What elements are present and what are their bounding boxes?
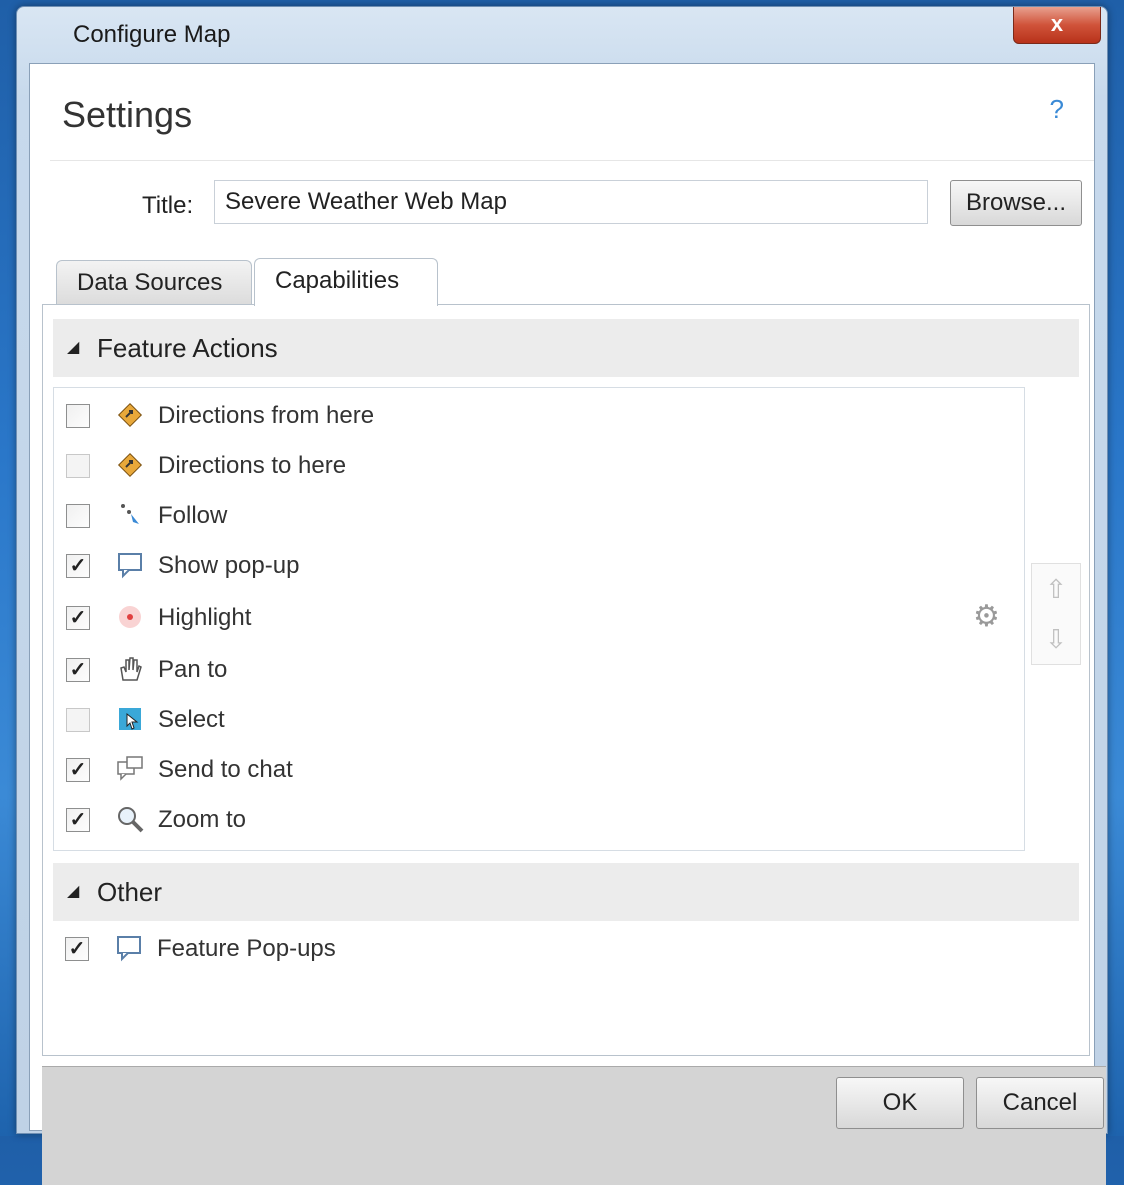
list-item[interactable]: Directions to here xyxy=(66,448,666,488)
checkbox[interactable]: ✓ xyxy=(66,658,90,682)
arrow-down-icon[interactable]: ⇩ xyxy=(1032,614,1080,664)
item-label: Show pop-up xyxy=(158,552,300,579)
gear-icon[interactable]: ⚙ xyxy=(973,599,1000,634)
page-title: Settings xyxy=(62,94,193,135)
ok-button[interactable]: OK xyxy=(836,1077,964,1129)
checkbox[interactable]: ✓ xyxy=(66,606,90,630)
list-item[interactable]: ✓ Feature Pop-ups xyxy=(65,931,665,971)
list-item[interactable]: ✓ Show pop-up xyxy=(66,548,666,588)
chat-icon xyxy=(114,754,146,786)
title-bar: Configure Map x xyxy=(17,7,1107,63)
dialog-content: Settings ? Title: Browse... Data Sources… xyxy=(29,63,1106,1185)
reorder-buttons: ⇧ ⇩ xyxy=(1031,563,1081,665)
list-item[interactable]: ✓ Pan to xyxy=(66,652,666,692)
checkbox[interactable]: ✓ xyxy=(66,758,90,782)
help-icon[interactable]: ? xyxy=(1050,94,1064,125)
tab-capabilities[interactable]: Capabilities xyxy=(254,258,438,306)
tab-data-sources[interactable]: Data Sources xyxy=(56,260,252,304)
item-label: Directions to here xyxy=(158,452,347,479)
collapse-triangle-icon[interactable]: ◢ xyxy=(67,863,79,921)
cancel-button[interactable]: Cancel xyxy=(976,1077,1104,1129)
feature-actions-title: Feature Actions xyxy=(97,333,278,363)
close-icon: x xyxy=(1050,11,1064,36)
feature-actions-list: Directions from here Directions to here … xyxy=(53,387,1025,851)
item-label: Select xyxy=(158,706,225,733)
configure-map-dialog: Configure Map x Settings ? Title: Browse… xyxy=(16,6,1108,1185)
popup-icon xyxy=(114,550,146,582)
dialog-footer: OK Cancel xyxy=(42,1066,1106,1185)
checkbox[interactable] xyxy=(66,708,90,732)
item-label: Follow xyxy=(158,502,228,529)
collapse-triangle-icon[interactable]: ◢ xyxy=(67,319,79,377)
title-label: Title: xyxy=(142,192,194,219)
list-item[interactable]: Follow xyxy=(66,498,666,538)
follow-icon xyxy=(114,500,146,532)
divider xyxy=(50,160,1094,161)
list-item[interactable]: Select xyxy=(66,702,666,742)
zoom-icon xyxy=(114,804,146,836)
item-label: Highlight xyxy=(158,604,252,631)
checkbox[interactable]: ✓ xyxy=(66,808,90,832)
other-title: Other xyxy=(97,877,163,907)
checkbox[interactable] xyxy=(66,504,90,528)
highlight-icon xyxy=(114,602,146,634)
title-input[interactable] xyxy=(214,180,928,224)
checkbox[interactable] xyxy=(66,404,90,428)
item-label: Directions from here xyxy=(158,402,375,429)
directions-icon xyxy=(114,400,146,432)
close-button[interactable]: x xyxy=(1013,7,1101,44)
item-label: Send to chat xyxy=(158,756,293,783)
hand-icon xyxy=(114,654,146,686)
window-title: Configure Map xyxy=(73,21,231,48)
select-icon xyxy=(114,704,146,736)
capabilities-panel: ◢ Feature Actions Directions from here D… xyxy=(42,304,1090,1056)
browse-button[interactable]: Browse... xyxy=(950,180,1082,226)
feature-actions-header[interactable]: ◢ Feature Actions xyxy=(53,319,1079,377)
checkbox[interactable]: ✓ xyxy=(66,554,90,578)
popup-icon xyxy=(113,933,145,965)
item-label: Zoom to xyxy=(158,806,247,833)
list-item[interactable]: ✓ Zoom to xyxy=(66,802,666,842)
other-header[interactable]: ◢ Other xyxy=(53,863,1079,921)
arrow-up-icon[interactable]: ⇧ xyxy=(1032,564,1080,614)
list-item[interactable]: ✓ Highlight xyxy=(66,600,666,640)
checkbox[interactable]: ✓ xyxy=(65,937,89,961)
directions-icon xyxy=(114,450,146,482)
item-label: Feature Pop-ups xyxy=(157,935,336,962)
item-label: Pan to xyxy=(158,656,228,683)
list-item[interactable]: Directions from here xyxy=(66,398,666,438)
list-item[interactable]: ✓ Send to chat xyxy=(66,752,666,792)
checkbox[interactable] xyxy=(66,454,90,478)
